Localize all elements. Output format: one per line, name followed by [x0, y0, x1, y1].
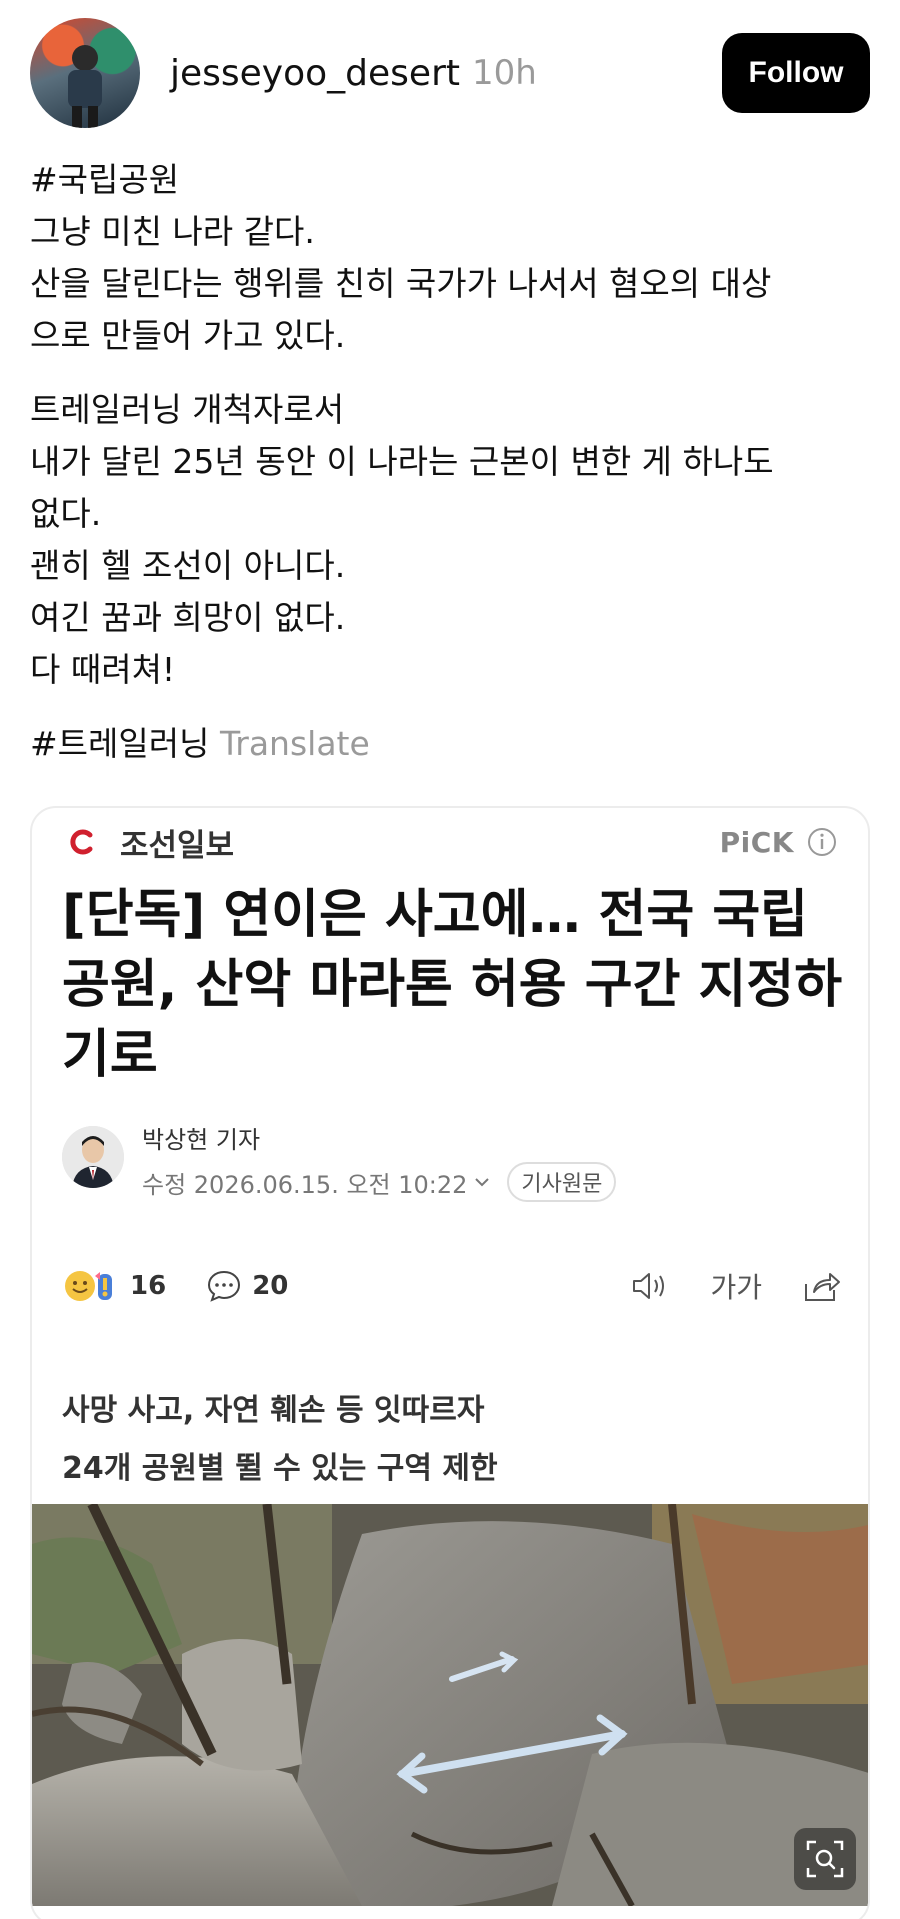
post-line: 그냥 미친 나라 같다. — [30, 212, 315, 251]
date-line: 수정 2026.06.15. 오전 10:22 기사원문 — [142, 1162, 617, 1202]
info-icon[interactable] — [806, 826, 838, 858]
post-line: 괜히 헬 조선이 아니다. — [30, 546, 346, 585]
post-line: 다 때려쳐! — [30, 650, 176, 689]
right-actions: 가가 — [630, 1266, 842, 1306]
share-icon[interactable] — [802, 1268, 842, 1304]
reporter-avatar[interactable] — [62, 1126, 124, 1188]
article-card[interactable]: 조선일보 PiCK [단독] 연이은 사고에… 전국 국립 공원, 산악 마라톤… — [30, 806, 870, 1919]
headline-line: [단독] 연이은 사고에… 전국 국립 — [62, 885, 809, 945]
headline-line: 공원, 산악 마라톤 허용 구간 지정하 — [62, 955, 843, 1015]
post-line: 내가 달린 25년 동안 이 나라는 근본이 변한 게 하나도 — [30, 442, 774, 481]
post-header: jesseyoo_desert 10h Follow — [30, 18, 870, 128]
post-line: 여긴 꿈과 희망이 없다. — [30, 598, 346, 637]
translate-link[interactable]: Translate — [220, 724, 370, 763]
post-time: 10h — [472, 53, 537, 93]
comment-count: 20 — [252, 1271, 289, 1301]
article-photo[interactable] — [32, 1504, 868, 1906]
press-logo-icon — [62, 821, 104, 863]
username[interactable]: jesseyoo_desert — [170, 53, 460, 94]
byline: 박상현 기자 수정 2026.06.15. 오전 10:22 기사원문 — [62, 1118, 842, 1202]
card-top-bar: 조선일보 PiCK — [62, 814, 838, 870]
post-body: #국립공원 그냥 미친 나라 같다. 산을 달린다는 행위를 친히 국가가 나서… — [30, 154, 870, 770]
speaker-icon[interactable] — [630, 1268, 670, 1304]
post-line[interactable]: #국립공원 — [30, 154, 870, 206]
subhead-line: 사망 사고, 자연 훼손 등 잇따르자 — [62, 1393, 485, 1428]
font-size-button[interactable]: 가가 — [710, 1266, 762, 1306]
reaction-group[interactable]: 16 — [62, 1268, 166, 1304]
headline-line: 기로 — [62, 1025, 158, 1085]
article-date: 수정 2026.06.15. 오전 10:22 — [142, 1170, 468, 1199]
article-actions: 16 20 가가 — [62, 1256, 842, 1316]
user-avatar[interactable] — [30, 18, 140, 128]
zoom-icon — [806, 1840, 844, 1878]
reaction-count: 16 — [130, 1271, 167, 1301]
post-line: 트레일러닝 개척자로서 — [30, 390, 345, 429]
reporter-name[interactable]: 박상현 기자 — [142, 1120, 260, 1155]
zoom-button[interactable] — [794, 1828, 856, 1890]
post-line: 으로 만들어 가고 있다. — [30, 316, 346, 355]
comment-icon — [208, 1270, 241, 1302]
article-headline[interactable]: [단독] 연이은 사고에… 전국 국립 공원, 산악 마라톤 허용 구간 지정하… — [62, 880, 862, 1090]
comment-group[interactable]: 20 — [206, 1268, 288, 1304]
original-article-button[interactable]: 기사원문 — [507, 1162, 617, 1202]
chevron-down-icon[interactable] — [471, 1171, 493, 1193]
post-line: 산을 달린다는 행위를 친히 국가가 나서서 혐오의 대상 — [30, 264, 772, 303]
pick-label: PiCK — [719, 825, 794, 859]
reaction-emoji-icon — [65, 1271, 112, 1301]
follow-button[interactable]: Follow — [722, 33, 870, 113]
hashtag-line: #트레일러닝 Translate — [30, 718, 870, 770]
press-name[interactable]: 조선일보 — [120, 820, 234, 865]
post-line: 없다. — [30, 494, 102, 533]
article-subheading: 사망 사고, 자연 훼손 등 잇따르자 24개 공원별 뛸 수 있는 구역 제한 — [62, 1382, 842, 1498]
subhead-line: 24개 공원별 뛸 수 있는 구역 제한 — [62, 1451, 498, 1486]
hashtag-link[interactable]: #트레일러닝 — [30, 724, 209, 763]
